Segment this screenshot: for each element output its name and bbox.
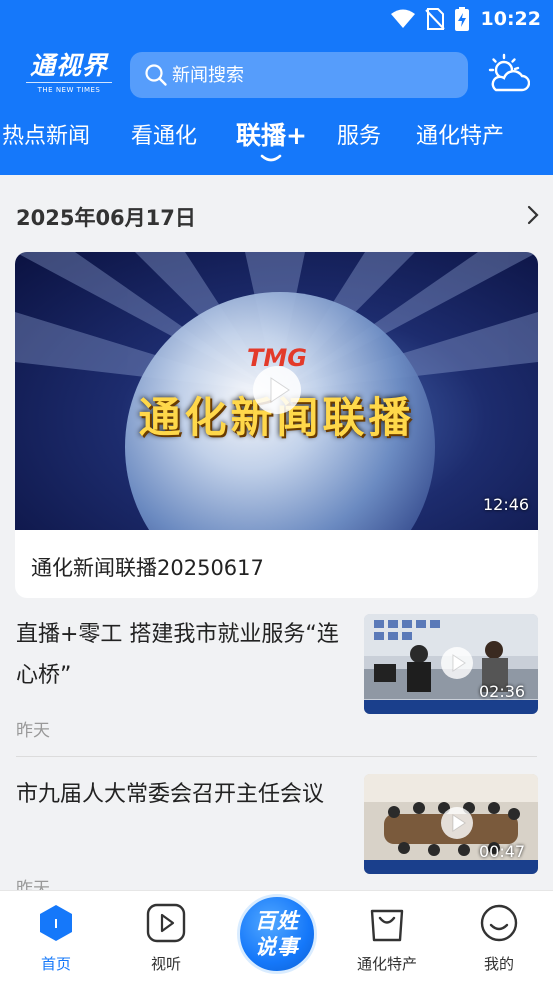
app-logo[interactable]: 通视界 THE NEW TIMES xyxy=(26,50,112,100)
logo-text: 通视界 xyxy=(29,51,108,80)
tab-tonghua[interactable]: 看通化 xyxy=(131,118,197,150)
play-icon[interactable] xyxy=(440,646,474,680)
citizen-voice-badge: 百姓 说事 xyxy=(237,894,317,974)
play-icon[interactable] xyxy=(440,806,474,840)
center-button-line2: 说事 xyxy=(255,935,299,959)
center-button-line1: 百姓 xyxy=(255,909,299,933)
nav-label: 通化特产 xyxy=(356,955,417,973)
tab-broadcast-plus[interactable]: 联播+ xyxy=(236,116,307,152)
weather-icon[interactable] xyxy=(484,52,530,98)
news-time: 昨天 xyxy=(16,721,50,741)
search-input[interactable] xyxy=(172,64,452,86)
news-list-item[interactable]: 直播+零工 搭建我市就业服务“连心桥” 昨天 02:36 xyxy=(0,614,553,760)
home-icon xyxy=(40,905,72,941)
shopping-bag-icon xyxy=(370,909,404,942)
nav-video[interactable]: 视听 xyxy=(121,891,211,983)
tab-local-products[interactable]: 通化特产 xyxy=(416,118,504,150)
news-title[interactable]: 市九届人大常委会召开主任会议 xyxy=(16,774,346,815)
news-thumbnail[interactable]: 02:36 xyxy=(364,614,538,714)
featured-video-thumbnail[interactable]: TMG 通化新闻联播 12:46 xyxy=(15,252,538,530)
citizen-voice-button[interactable]: 百姓 说事 xyxy=(231,892,323,978)
featured-video-title[interactable]: 通化新闻联播20250617 xyxy=(31,552,264,582)
battery-charging-icon xyxy=(454,7,469,31)
active-tab-indicator xyxy=(260,154,282,162)
nav-label: 视听 xyxy=(150,955,181,973)
nav-profile[interactable]: 我的 xyxy=(454,891,544,983)
featured-video-card[interactable]: TMG 通化新闻联播 12:46 通化新闻联播20250617 xyxy=(15,252,538,598)
video-play-icon xyxy=(146,903,186,943)
smiley-profile-icon xyxy=(480,904,518,942)
chevron-right-icon[interactable] xyxy=(524,204,542,226)
play-icon[interactable] xyxy=(252,365,302,415)
video-duration: 00:47 xyxy=(479,842,526,861)
video-duration: 12:46 xyxy=(483,495,530,514)
no-sim-icon xyxy=(424,8,445,30)
search-bar[interactable] xyxy=(130,52,468,98)
search-icon xyxy=(145,64,167,86)
video-duration: 02:36 xyxy=(479,682,526,701)
nav-home[interactable]: 首页 xyxy=(11,891,101,983)
wifi-icon xyxy=(390,9,415,28)
tab-hot-news[interactable]: 热点新闻 xyxy=(2,118,90,150)
tab-services[interactable]: 服务 xyxy=(337,118,381,150)
news-thumbnail[interactable]: 00:47 xyxy=(364,774,538,874)
status-bar: 10:22 xyxy=(0,0,553,38)
broadcast-date: 2025年06月17日 xyxy=(16,206,196,230)
date-row[interactable]: 2025年06月17日 xyxy=(0,190,553,240)
nav-label: 我的 xyxy=(483,955,514,973)
app-header: 10:22 通视界 THE NEW TIMES 热点新闻 看通化 联播+ 服务 … xyxy=(0,0,553,175)
news-title[interactable]: 直播+零工 搭建我市就业服务“连心桥” xyxy=(16,614,346,696)
category-tabs: 热点新闻 看通化 联播+ 服务 通化特产 xyxy=(0,112,553,162)
nav-label: 首页 xyxy=(40,955,71,973)
clock: 10:22 xyxy=(480,8,541,30)
logo-subtext: THE NEW TIMES xyxy=(26,82,112,95)
divider xyxy=(16,756,537,757)
nav-local-products[interactable]: 通化特产 xyxy=(342,891,432,983)
